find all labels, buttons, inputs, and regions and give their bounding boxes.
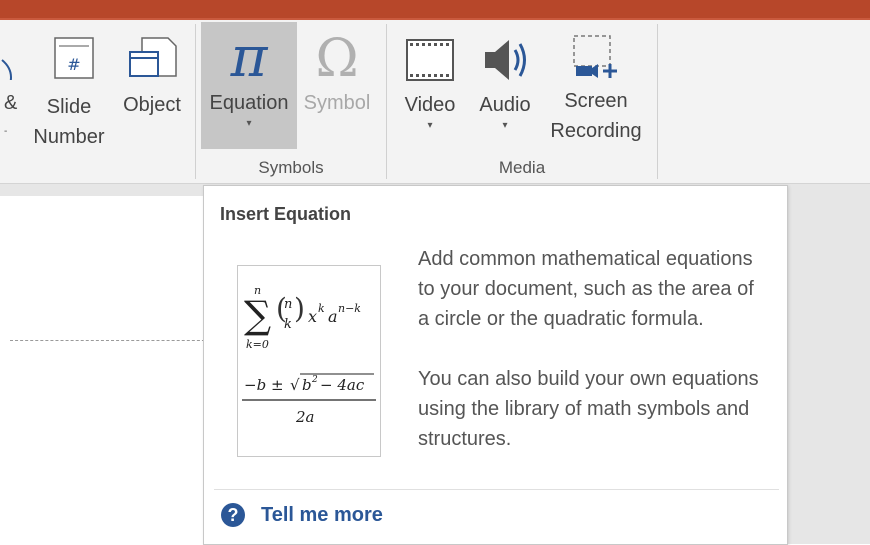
svg-text:∑: ∑ bbox=[244, 293, 271, 337]
svg-text:n−k: n−k bbox=[338, 302, 361, 315]
audio-button[interactable]: Audio ▾ bbox=[468, 20, 542, 150]
equation-label: Equation bbox=[209, 92, 289, 114]
svg-text:a: a bbox=[328, 307, 338, 326]
screen-recording-button[interactable]: Screen Recording bbox=[544, 20, 648, 150]
title-bar bbox=[0, 0, 870, 18]
group-separator bbox=[195, 24, 196, 179]
partial-icon bbox=[1, 59, 12, 85]
svg-text:Ω: Ω bbox=[315, 29, 358, 84]
tooltip-description: Add common mathematical equations to you… bbox=[418, 244, 768, 454]
object-button[interactable]: Object bbox=[114, 20, 190, 150]
video-label: Video bbox=[404, 94, 456, 116]
group-separator bbox=[386, 24, 387, 179]
slide-number-label-line2: Number bbox=[33, 126, 105, 148]
group-label-symbols: Symbols bbox=[258, 158, 324, 177]
equation-preview-graphic: n ∑ k=0 ( n k ) x k a n−k −b ± √ b 2 − 4… bbox=[242, 284, 376, 426]
tooltip-title: Insert Equation bbox=[220, 204, 352, 224]
help-icon: ? bbox=[221, 503, 245, 527]
symbol-button[interactable]: Ω Symbol bbox=[297, 20, 377, 150]
chevron-down-icon: ▾ bbox=[246, 118, 252, 129]
chevron-down-icon: ▾ bbox=[502, 120, 508, 131]
svg-text:b: b bbox=[302, 376, 312, 394]
slide-number-icon: # bbox=[54, 37, 94, 79]
screen-recording-label-line1: Screen bbox=[564, 90, 628, 112]
svg-text:n: n bbox=[284, 297, 292, 312]
chevron-down-icon: ▾ bbox=[427, 120, 433, 131]
insert-equation-tooltip: Insert Equation n ∑ k=0 ( n k ) x k a n−… bbox=[203, 185, 788, 545]
svg-text:k: k bbox=[284, 317, 292, 332]
speaker-icon bbox=[485, 40, 526, 80]
slide-number-button[interactable]: # Slide Number bbox=[26, 20, 112, 150]
svg-text:x: x bbox=[308, 307, 317, 326]
partial-left-caret: - bbox=[4, 126, 8, 137]
svg-text:k=0: k=0 bbox=[246, 338, 269, 351]
pi-icon: π bbox=[230, 25, 269, 90]
svg-text:#: # bbox=[67, 55, 80, 74]
audio-label: Audio bbox=[479, 94, 531, 116]
tooltip-description-2: You can also build your own equations us… bbox=[418, 368, 759, 450]
svg-text:−b ±: −b ± bbox=[244, 376, 284, 394]
object-label: Object bbox=[123, 94, 181, 116]
tell-me-more-link[interactable]: ? Tell me more bbox=[221, 503, 383, 527]
tooltip-description-1: Add common mathematical equations to you… bbox=[418, 248, 754, 330]
placeholder-border bbox=[10, 340, 210, 341]
svg-text:− 4ac: − 4ac bbox=[320, 376, 365, 394]
partial-left-button[interactable]: & - bbox=[0, 20, 24, 150]
omega-icon: Ω bbox=[315, 29, 358, 89]
svg-text:2: 2 bbox=[311, 375, 318, 385]
video-button[interactable]: Video ▾ bbox=[394, 20, 466, 150]
screen-recording-label-line2: Recording bbox=[550, 120, 642, 142]
svg-text:2a: 2a bbox=[295, 408, 315, 426]
group-separator bbox=[657, 24, 658, 179]
symbol-label: Symbol bbox=[303, 92, 371, 114]
tell-me-more-label: Tell me more bbox=[261, 503, 383, 526]
svg-text:): ) bbox=[294, 292, 305, 325]
object-icon bbox=[129, 37, 177, 77]
svg-text:√: √ bbox=[290, 376, 300, 394]
group-label-media: Media bbox=[498, 158, 546, 177]
screen-recording-icon bbox=[573, 35, 617, 78]
slide-number-label-line1: Slide bbox=[46, 96, 92, 118]
equation-button[interactable]: π Equation ▾ bbox=[201, 20, 297, 150]
svg-text:k: k bbox=[318, 302, 325, 315]
equation-preview-image: n ∑ k=0 ( n k ) x k a n−k −b ± √ b 2 − 4… bbox=[237, 265, 381, 457]
svg-text:π: π bbox=[230, 28, 269, 84]
film-icon bbox=[406, 39, 454, 81]
tooltip-divider bbox=[214, 489, 779, 490]
slide-canvas[interactable] bbox=[0, 196, 215, 544]
partial-left-label: & bbox=[4, 92, 18, 114]
